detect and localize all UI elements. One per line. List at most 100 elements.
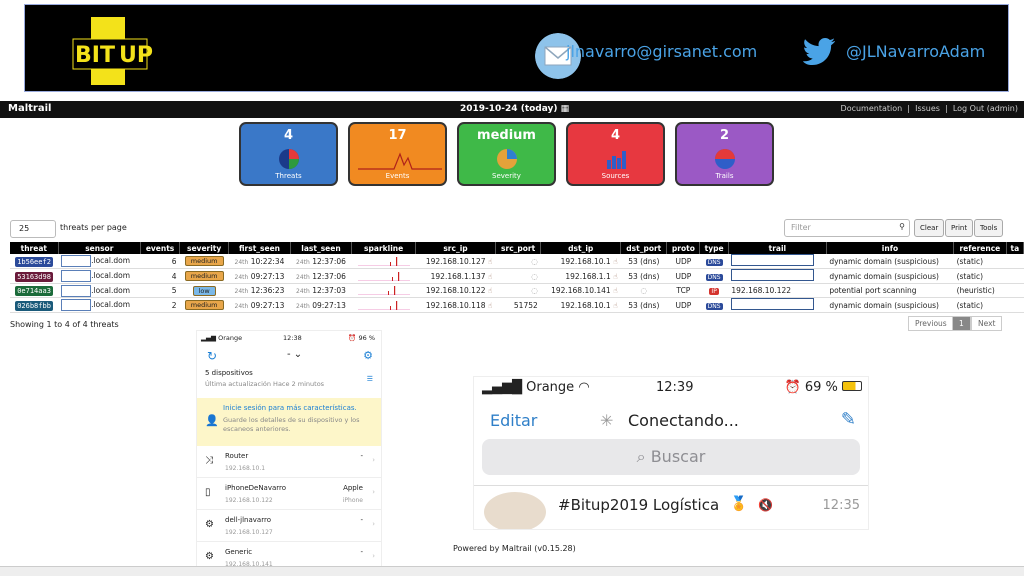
device-ip: 192.168.10.122: [225, 497, 273, 504]
column-header-reference[interactable]: reference: [953, 242, 1007, 254]
threat-id[interactable]: 1b56eef2: [15, 256, 53, 267]
info: dynamic domain (suspicious): [826, 254, 954, 269]
logout-link[interactable]: Log Out (admin): [953, 104, 1018, 113]
chat-bubble-icon[interactable]: ◌: [641, 286, 648, 295]
chat-avatar: [484, 492, 546, 529]
mute-icon: 🔇: [758, 498, 773, 512]
info: potential port scanning: [826, 283, 954, 298]
issues-link[interactable]: Issues: [915, 104, 940, 113]
email-link[interactable]: jlnavarro@girsanet.com: [566, 42, 757, 61]
hand-icon[interactable]: ☝: [488, 272, 493, 281]
threat-id[interactable]: 53163d98: [15, 271, 53, 282]
print-button[interactable]: Print: [945, 219, 974, 237]
chat-bubble-icon[interactable]: ◌: [531, 272, 538, 281]
device-name: iPhoneDeNavarro: [225, 484, 287, 492]
edit-button[interactable]: Editar: [490, 411, 537, 430]
column-header-first_seen[interactable]: first_seen: [228, 242, 291, 254]
filter-input[interactable]: Filter ⚲: [784, 219, 910, 237]
tile-trails[interactable]: 2 Trails: [675, 122, 774, 186]
table-row[interactable]: 1b56eef2 .local.dom 6 medium 24th 10:22:34 24…: [10, 254, 1024, 269]
sensor-name: .local.dom: [91, 285, 131, 295]
column-header-src_ip[interactable]: src_ip: [415, 242, 496, 254]
clear-button[interactable]: Clear: [914, 219, 945, 237]
hand-icon[interactable]: ☝: [488, 257, 493, 266]
hand-icon[interactable]: ☝: [488, 301, 493, 310]
threat-id[interactable]: 026b8fbb: [15, 300, 53, 311]
settings-icon[interactable]: ⚙: [363, 349, 373, 362]
svg-text:BIT: BIT: [75, 43, 115, 68]
horizontal-scrollbar[interactable]: [0, 566, 1024, 576]
calendar-icon[interactable]: ▦: [561, 104, 570, 114]
trail-value[interactable]: 192.168.10.122: [731, 286, 791, 295]
column-header-info[interactable]: info: [826, 242, 955, 254]
dst-ip: 192.168.10.1: [560, 256, 611, 266]
twitter-handle[interactable]: @JLNavarroAdam: [846, 42, 985, 61]
chat-row[interactable]: #Bitup2019 Logística 🏅 🔇 12:35: [474, 485, 868, 529]
table-row[interactable]: 53163d98 .local.dom 4 medium 24th 09:27:13 24…: [10, 268, 1024, 284]
last-seen: 12:37:03: [312, 286, 346, 295]
first-seen: 09:27:13: [250, 300, 285, 310]
column-header-last_seen[interactable]: last_seen: [290, 242, 353, 254]
events-count: 5: [140, 283, 180, 298]
hand-icon[interactable]: ☝: [613, 272, 618, 281]
column-header-sensor[interactable]: sensor: [58, 242, 142, 254]
reference: (static): [953, 297, 1007, 313]
device-list-item[interactable]: ⚙ dell-jlnavarro 192.168.10.127 - ›: [197, 510, 381, 542]
page-length-select[interactable]: 25: [10, 220, 56, 238]
column-header-threat[interactable]: threat: [10, 242, 59, 254]
sparkline-bar: [389, 261, 391, 266]
column-header-type[interactable]: type: [699, 242, 729, 254]
column-header-dst_ip[interactable]: dst_ip: [540, 242, 622, 254]
tile-events[interactable]: 17 Events: [348, 122, 447, 186]
proto: TCP: [666, 283, 700, 298]
sparkline-bar: [389, 305, 391, 310]
tile-severity[interactable]: medium Severity: [457, 122, 556, 186]
hand-icon[interactable]: ☝: [488, 286, 493, 295]
chat-bubble-icon[interactable]: ◌: [531, 286, 538, 295]
hand-icon[interactable]: ☝: [613, 257, 618, 266]
wifi-icon: ◠: [578, 380, 590, 395]
threat-id[interactable]: 0e714aa3: [15, 286, 53, 296]
tile-sources[interactable]: 4 Sources: [566, 122, 665, 186]
search-bar[interactable]: ⌕ Buscar: [482, 439, 860, 475]
documentation-link[interactable]: Documentation: [841, 104, 903, 113]
refresh-icon[interactable]: ↻: [207, 349, 217, 363]
chat-time: 12:35: [822, 498, 860, 513]
hand-icon[interactable]: ☝: [613, 286, 618, 295]
hand-icon[interactable]: ☝: [613, 301, 618, 310]
reference: (static): [953, 268, 1007, 284]
device-list-item[interactable]: ▯ iPhoneDeNavarro 192.168.10.122 Apple iPhon…: [197, 478, 381, 510]
column-header-src_port[interactable]: src_port: [495, 242, 542, 254]
device-name: Router: [225, 452, 249, 460]
tile-threats[interactable]: 4 Threats: [239, 122, 338, 186]
network-dropdown[interactable]: - ⌄: [287, 349, 302, 360]
column-header-sparkline[interactable]: sparkline: [351, 242, 417, 254]
device-list-item[interactable]: ⤨ Router 192.168.10.1 - ›: [197, 446, 381, 478]
next-button[interactable]: Next: [971, 316, 1003, 331]
page-1-button[interactable]: 1: [952, 316, 971, 331]
device-vendor: -: [360, 452, 363, 460]
column-header-proto[interactable]: proto: [666, 242, 701, 254]
table-row[interactable]: 0e714aa3 .local.dom 5 low 24th 12:36:23 24th …: [10, 283, 1024, 298]
trail-redacted: [731, 298, 815, 310]
date-prefix: 24th: [296, 288, 310, 295]
date-selector[interactable]: 2019-10-24 (today) ▦: [460, 104, 569, 114]
maltrail-logo[interactable]: Maltrail: [8, 103, 51, 114]
reference: (static): [953, 254, 1007, 269]
column-header-dst_port[interactable]: dst_port: [620, 242, 668, 254]
tools-button[interactable]: Tools: [974, 219, 1004, 237]
column-header-severity[interactable]: severity: [179, 242, 230, 254]
dst-port: 53 (dns): [628, 256, 660, 266]
table-row[interactable]: 026b8fbb .local.dom 2 medium 24th 09:27:13 24…: [10, 297, 1024, 313]
column-header-ta[interactable]: ta: [1006, 242, 1024, 254]
compose-icon[interactable]: ✎: [841, 409, 856, 430]
severity-badge: medium: [184, 300, 224, 310]
chat-bubble-icon[interactable]: ◌: [531, 257, 538, 266]
previous-button[interactable]: Previous: [908, 316, 954, 331]
column-header-events[interactable]: events: [140, 242, 181, 254]
column-header-trail[interactable]: trail: [728, 242, 827, 254]
type-badge: DNS: [705, 273, 723, 281]
filter-icon[interactable]: ☰: [367, 375, 373, 383]
events-count: 2: [140, 297, 180, 313]
login-promo[interactable]: 👤 Inicie sesión para más características…: [197, 398, 381, 446]
